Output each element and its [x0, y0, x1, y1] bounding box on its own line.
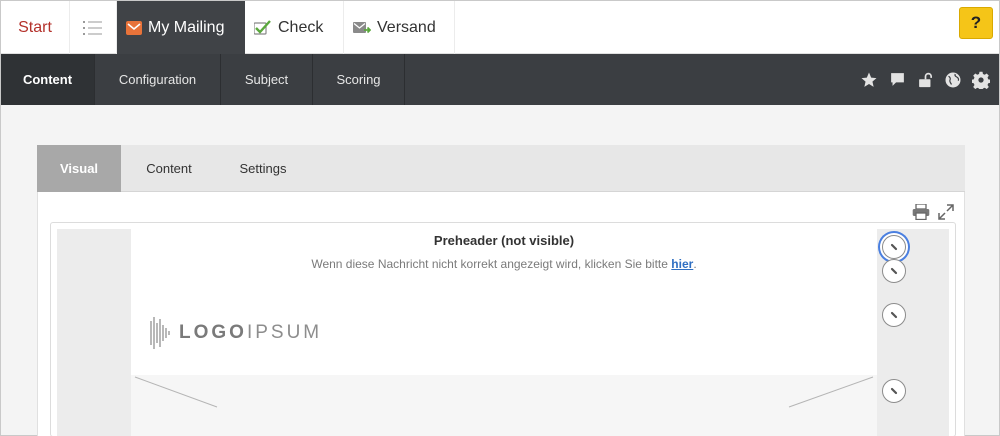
- tab-versand[interactable]: Versand: [344, 1, 455, 54]
- tab-visual[interactable]: Visual: [37, 145, 121, 192]
- nav-tab-content[interactable]: Content: [1, 54, 95, 105]
- nav-tab-subject[interactable]: Subject: [221, 54, 313, 105]
- edit-block-button-logo[interactable]: [882, 303, 906, 327]
- tab-visual-label: Visual: [59, 161, 99, 176]
- nav-tab-subject-label: Subject: [244, 72, 289, 87]
- preview-tools: [912, 204, 954, 220]
- logo: LOGOIPSUM: [149, 315, 322, 351]
- hero-image-placeholder: [131, 375, 877, 436]
- nav-actions: [859, 54, 991, 105]
- tab-start[interactable]: Start: [1, 1, 70, 54]
- tab-my-mailing[interactable]: My Mailing: [117, 1, 245, 54]
- gear-icon[interactable]: [971, 70, 991, 90]
- star-icon[interactable]: [859, 70, 879, 90]
- mail-preview: Preheader (not visible) Wenn diese Nachr…: [50, 222, 956, 436]
- edit-icon: [890, 267, 898, 275]
- send-icon: [353, 21, 371, 33]
- preheader-link[interactable]: hier: [671, 257, 693, 271]
- tab-settings[interactable]: Settings: [217, 145, 309, 192]
- hero-placeholder-lines: [134, 376, 874, 408]
- expand-icon[interactable]: [938, 204, 954, 220]
- logo-mark: [150, 317, 170, 349]
- envelope-icon: [126, 20, 142, 35]
- editor-tab-bar: Visual Content Settings: [37, 145, 965, 192]
- preheader-period: .: [693, 257, 697, 271]
- unlock-icon[interactable]: [915, 70, 935, 90]
- tab-settings-label: Settings: [239, 161, 287, 176]
- nav-tab-configuration-label: Configuration: [118, 72, 197, 87]
- tab-start-label: Start: [18, 18, 52, 36]
- tab-my-mailing-label: My Mailing: [148, 18, 225, 36]
- tab-versand-label: Versand: [377, 18, 436, 36]
- logo-text-bold: LOGO: [179, 322, 247, 343]
- preheader-text: Wenn diese Nachricht nicht korrekt angez…: [131, 257, 877, 271]
- check-icon: [254, 20, 271, 35]
- edit-block-button-hero[interactable]: [882, 379, 906, 403]
- tab-check-label: Check: [278, 18, 324, 36]
- nav-tab-scoring[interactable]: Scoring: [313, 54, 405, 105]
- print-icon[interactable]: [912, 204, 930, 220]
- comment-icon[interactable]: [887, 70, 907, 90]
- edit-block-button-spacer[interactable]: [882, 259, 906, 283]
- tab-content-label: Content: [146, 161, 192, 176]
- preheader-title: Preheader (not visible): [433, 233, 575, 248]
- nav-tab-configuration[interactable]: Configuration: [95, 54, 221, 105]
- preview-margin-left: [57, 229, 131, 436]
- editor-panel: Preheader (not visible) Wenn diese Nachr…: [37, 192, 965, 436]
- top-tab-bar: Start My Mailing Check Versand ?: [1, 1, 999, 54]
- tab-content[interactable]: Content: [121, 145, 217, 192]
- preheader-text-body: Wenn diese Nachricht nicht korrekt angez…: [311, 257, 668, 271]
- edit-icon: [890, 311, 898, 319]
- edit-icon: [890, 387, 898, 395]
- help-icon: ?: [970, 13, 982, 32]
- logo-text-light: IPSUM: [246, 322, 323, 343]
- edit-icon: [890, 243, 898, 251]
- logo-text: LOGOIPSUM: [179, 322, 322, 344]
- tab-list[interactable]: [70, 1, 117, 54]
- tab-check[interactable]: Check: [245, 1, 344, 54]
- secondary-nav: Content Configuration Subject Scoring: [1, 54, 999, 105]
- help-button[interactable]: ?: [959, 7, 993, 39]
- mail-body: Preheader (not visible) Wenn diese Nachr…: [131, 229, 877, 436]
- globe-icon[interactable]: [943, 70, 963, 90]
- edit-block-button-preheader[interactable]: [882, 235, 906, 259]
- nav-tab-scoring-label: Scoring: [336, 72, 381, 87]
- nav-tab-content-label: Content: [22, 72, 73, 87]
- list-icon: [83, 20, 102, 35]
